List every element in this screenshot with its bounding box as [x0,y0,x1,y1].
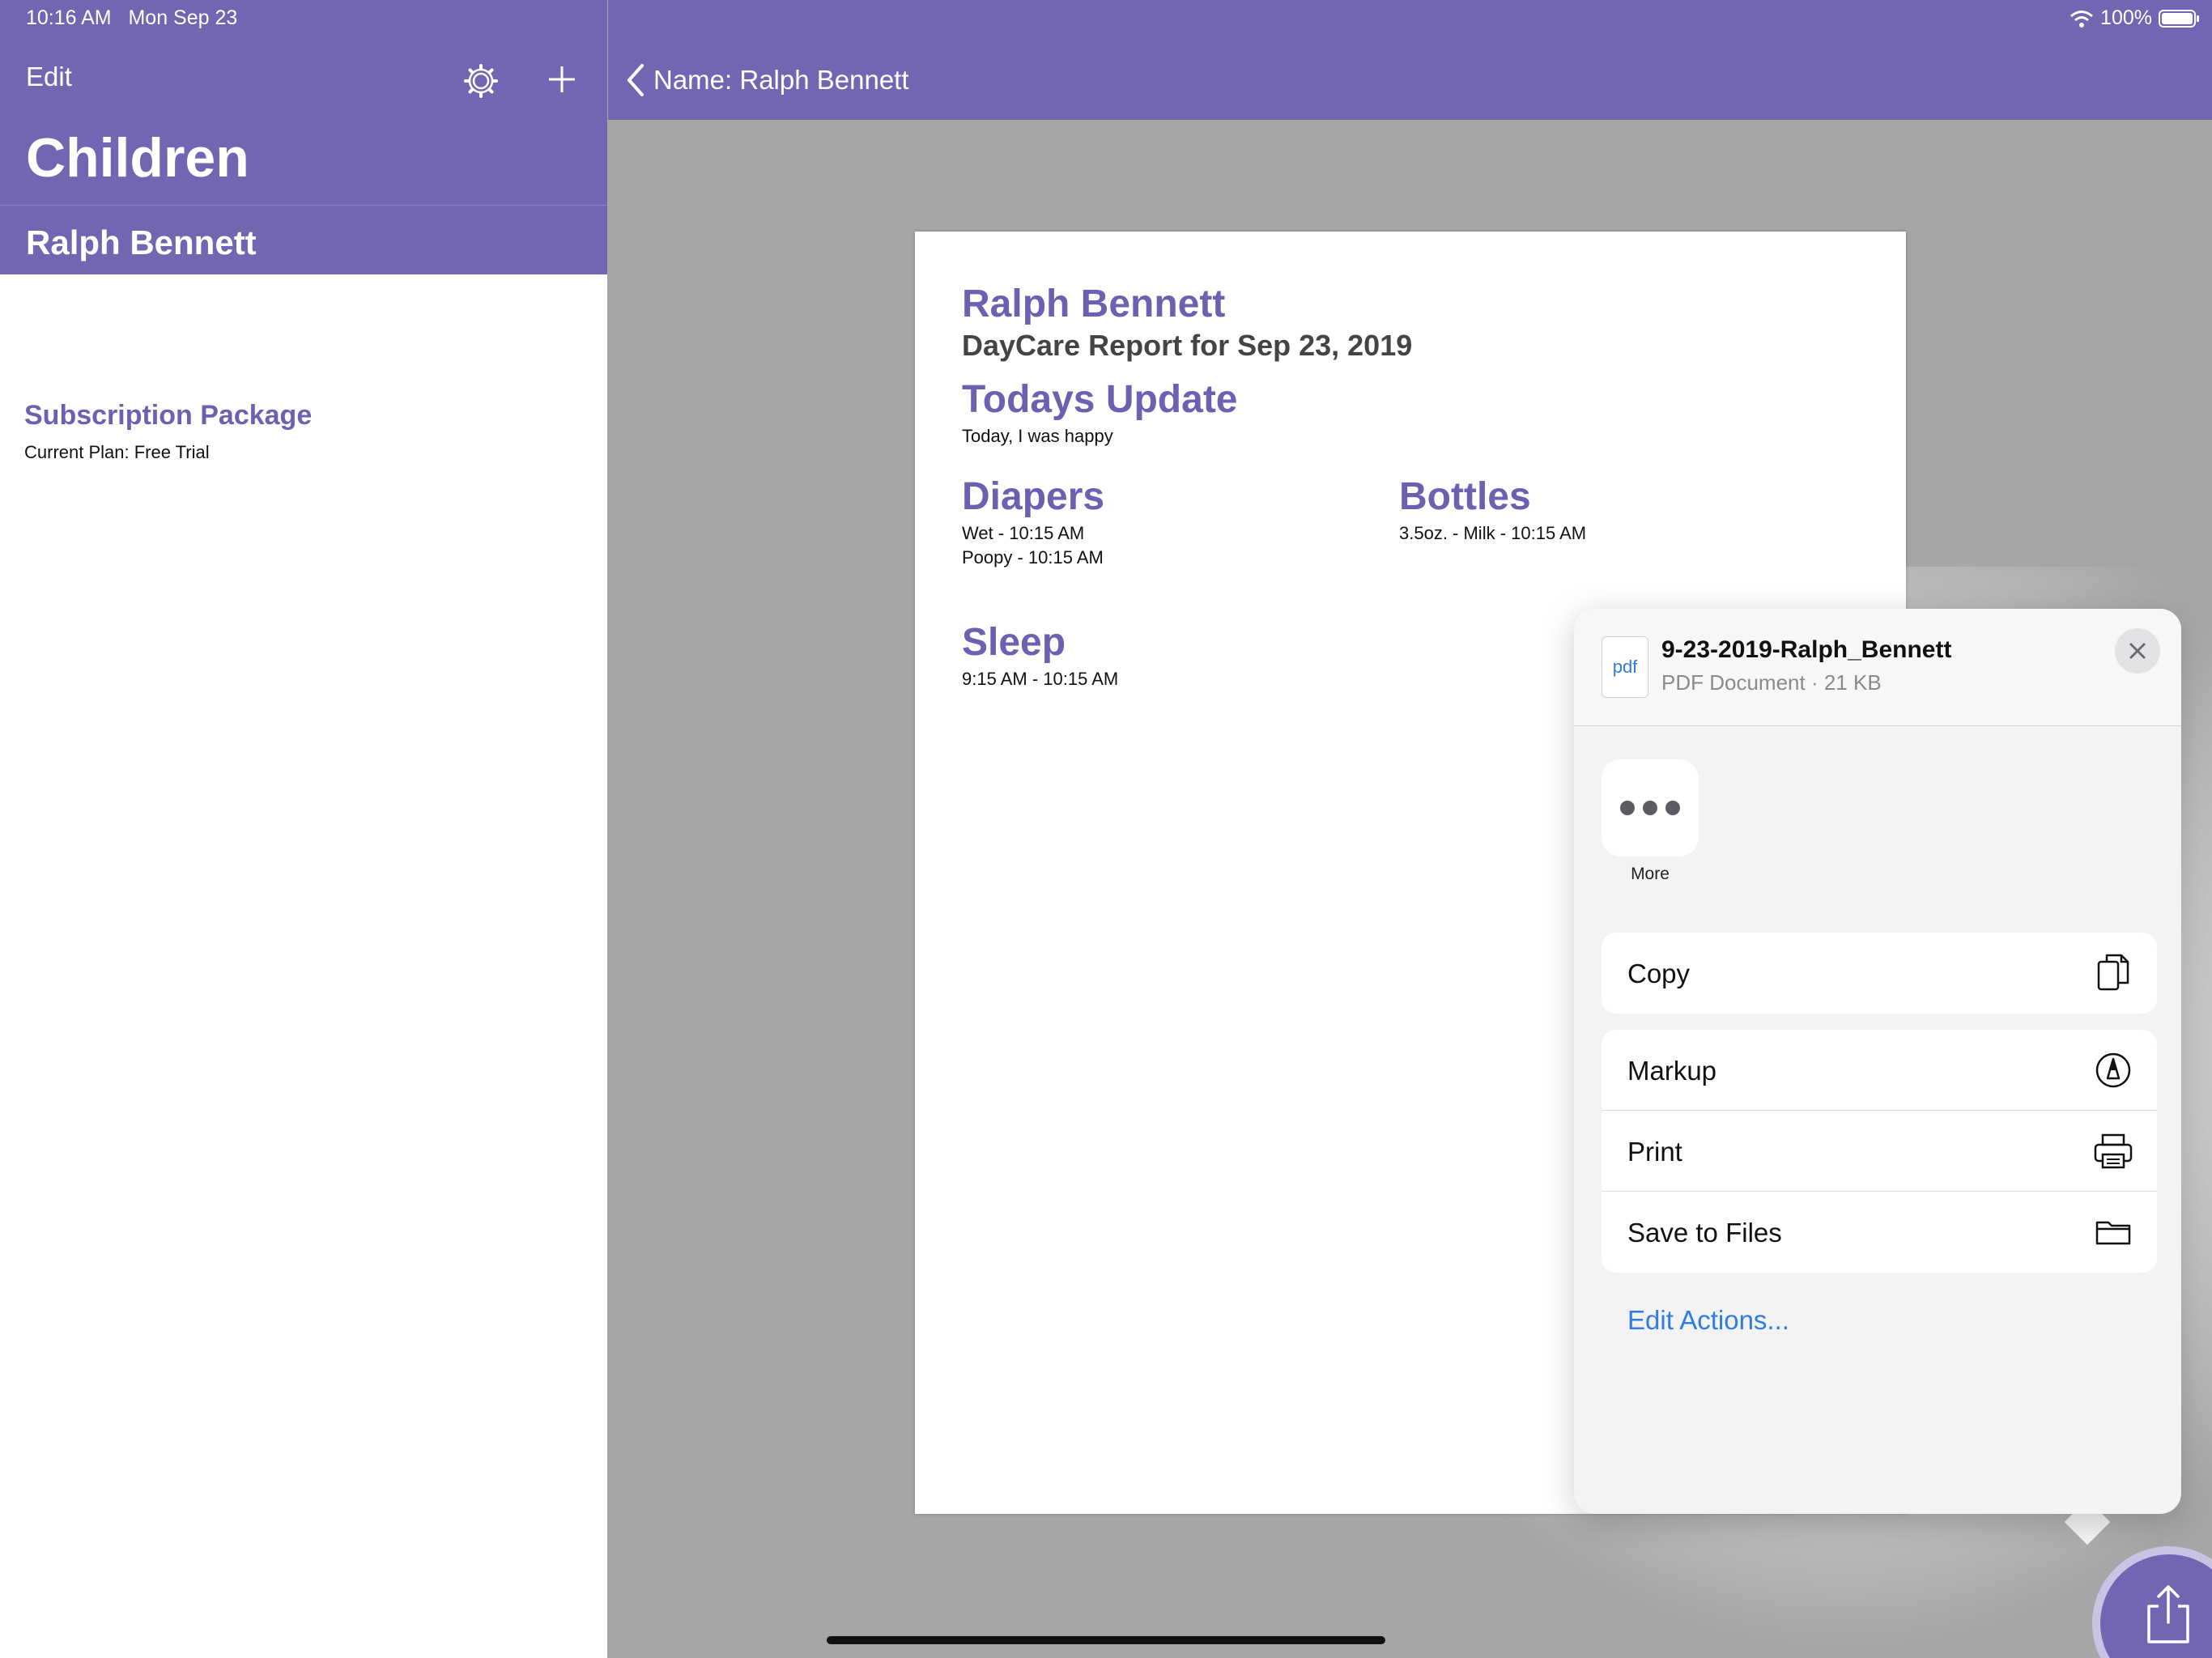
close-icon [2129,643,2146,659]
page-title: Children [26,127,249,189]
actions-group: Markup Print Save to Files [1602,1030,2157,1273]
save-to-files-action[interactable]: Save to Files [1602,1192,2157,1273]
sleep-heading: Sleep [962,621,1066,664]
report-child-name: Ralph Bennett [962,283,1226,325]
edit-button[interactable]: Edit [26,62,72,92]
share-icon [2147,1585,2189,1643]
detail-navbar: Name: Ralph Bennett 100% [608,0,2212,120]
copy-action[interactable]: Copy [1602,933,2157,1014]
diaper-entry: Poopy - 10:15 AM [962,547,1104,568]
action-label: Copy [1627,959,1691,988]
printer-icon [2092,1130,2134,1172]
gear-icon [464,64,498,98]
children-sidebar: 10:16 AM Mon Sep 23 Edit Children Ralph … [0,0,607,1658]
diapers-heading: Diapers [962,475,1105,518]
todays-update-text: Today, I was happy [962,426,1113,446]
chevron-left-icon [627,64,644,96]
bottles-heading: Bottles [1399,475,1531,518]
sidebar-header: 10:16 AM Mon Sep 23 Edit Children [0,0,607,205]
action-label: Save to Files [1627,1218,1782,1248]
share-header: pdf 9-23-2019-Ralph_Bennett PDF Document… [1574,609,2181,726]
todays-update-heading: Todays Update [962,378,1238,421]
markup-action[interactable]: Markup [1602,1030,2157,1111]
subscription-plan-text: Current Plan: Free Trial [24,442,210,462]
bottles-list: 3.5oz. - Milk - 10:15 AM [1399,521,1586,546]
child-list-item[interactable]: Ralph Bennett [0,205,607,274]
copy-action-group: Copy [1602,933,2157,1014]
markup-icon [2092,1049,2134,1091]
more-label: More [1631,865,1670,883]
settings-button[interactable] [460,60,502,102]
file-name: 9-23-2019-Ralph_Bennett [1661,636,1952,663]
sleep-entry: 9:15 AM - 10:15 AM [962,669,1119,689]
add-child-button[interactable] [541,58,583,100]
edit-actions-link[interactable]: Edit Actions... [1627,1305,1789,1336]
more-dot-icon [1620,801,1635,815]
bottle-entry: 3.5oz. - Milk - 10:15 AM [1399,523,1587,543]
pdf-file-icon: pdf [1602,636,1648,698]
diapers-list: Wet - 10:15 AM Poopy - 10:15 AM [962,521,1104,570]
share-sheet: pdf 9-23-2019-Ralph_Bennett PDF Document… [1574,609,2181,1514]
file-meta: PDF Document · 21 KB [1661,670,1882,695]
child-name: Ralph Bennett [26,223,257,261]
back-button[interactable]: Name: Ralph Bennett [626,62,909,99]
subscription-link[interactable]: Subscription Package [24,400,312,432]
back-label: Name: Ralph Bennett [653,65,909,95]
report-subtitle: DayCare Report for Sep 23, 2019 [962,329,1413,362]
print-action[interactable]: Print [1602,1111,2157,1192]
action-label: Markup [1627,1056,1717,1086]
folder-icon [2092,1211,2134,1253]
close-button[interactable] [2115,628,2160,674]
status-indicators: 100% [2069,6,2201,30]
wifi-icon [2070,10,2094,28]
plus-icon [549,66,575,92]
status-time: 10:16 AM Mon Sep 23 [26,6,238,29]
action-label: Print [1627,1137,1682,1167]
diaper-entry: Wet - 10:15 AM [962,523,1085,543]
more-dot-icon [1665,801,1680,815]
more-dot-icon [1643,801,1657,815]
home-indicator[interactable] [827,1636,1385,1644]
battery-percent: 100% [2100,6,2152,29]
more-button[interactable] [1602,759,1699,857]
copy-icon [2092,952,2134,994]
battery-icon [2159,9,2199,28]
